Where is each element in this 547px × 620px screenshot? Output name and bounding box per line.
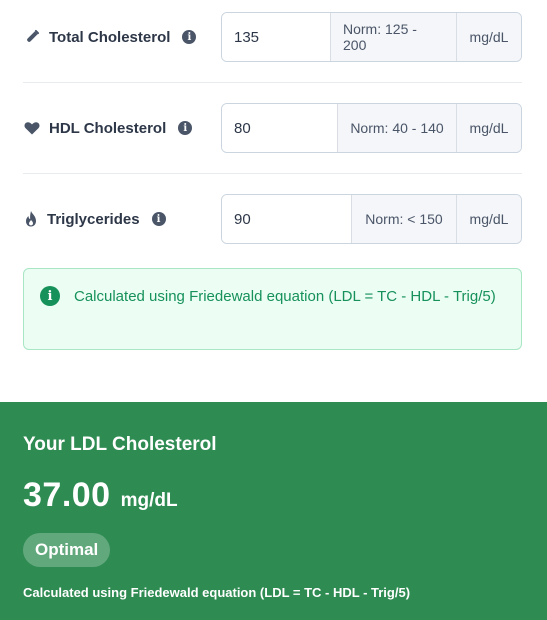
formula-info-alert: i Calculated using Friedewald equation (… bbox=[23, 268, 522, 350]
total-cholesterol-input-group: Norm: 125 - 200 mg/dL bbox=[221, 12, 522, 62]
formula-info-text: Calculated using Friedewald equation (LD… bbox=[74, 288, 496, 305]
triglycerides-input-group: Norm: < 150 mg/dL bbox=[221, 194, 522, 244]
hdl-cholesterol-label: HDL Cholesterol i bbox=[23, 103, 193, 153]
info-icon[interactable]: i bbox=[178, 121, 193, 135]
result-formula-note: Calculated using Friedewald equation (LD… bbox=[23, 585, 411, 600]
hdl-cholesterol-unit: mg/dL bbox=[456, 104, 521, 152]
triglycerides-norm: Norm: < 150 bbox=[351, 195, 456, 243]
total-cholesterol-input[interactable] bbox=[222, 13, 330, 61]
info-circle-icon: i bbox=[40, 286, 60, 306]
result-value-group: 37.00 mg/dL bbox=[23, 476, 178, 515]
result-title: Your LDL Cholesterol bbox=[23, 434, 217, 455]
total-cholesterol-row: Total Cholesterol i Norm: 125 - 200 mg/d… bbox=[23, 12, 522, 62]
result-unit: mg/dL bbox=[120, 490, 178, 511]
ldl-result-panel: Your LDL Cholesterol 37.00 mg/dL Optimal… bbox=[0, 402, 547, 620]
test-tube-icon bbox=[23, 28, 41, 46]
total-cholesterol-label-text: Total Cholesterol bbox=[49, 28, 171, 46]
total-cholesterol-unit: mg/dL bbox=[456, 13, 521, 61]
triglycerides-input[interactable] bbox=[222, 195, 351, 243]
triglycerides-label: Triglycerides i bbox=[23, 194, 166, 244]
lipid-input-form: Total Cholesterol i Norm: 125 - 200 mg/d… bbox=[0, 0, 547, 402]
hdl-cholesterol-row: HDL Cholesterol i Norm: 40 - 140 mg/dL bbox=[23, 103, 522, 153]
hdl-cholesterol-input-group: Norm: 40 - 140 mg/dL bbox=[221, 103, 522, 153]
result-value: 37.00 bbox=[23, 476, 111, 514]
status-badge: Optimal bbox=[23, 533, 111, 567]
total-cholesterol-label: Total Cholesterol i bbox=[23, 12, 197, 62]
divider bbox=[23, 82, 522, 83]
hdl-cholesterol-norm: Norm: 40 - 140 bbox=[337, 104, 456, 152]
hdl-cholesterol-input[interactable] bbox=[222, 104, 337, 152]
info-icon[interactable]: i bbox=[151, 212, 166, 226]
triglycerides-row: Triglycerides i Norm: < 150 mg/dL bbox=[23, 194, 522, 244]
info-icon[interactable]: i bbox=[182, 30, 197, 44]
hdl-cholesterol-label-text: HDL Cholesterol bbox=[49, 119, 167, 137]
heart-icon bbox=[23, 119, 41, 137]
total-cholesterol-norm: Norm: 125 - 200 bbox=[330, 13, 456, 61]
divider bbox=[23, 173, 522, 174]
triglycerides-unit: mg/dL bbox=[456, 195, 521, 243]
flame-icon bbox=[23, 210, 39, 228]
triglycerides-label-text: Triglycerides bbox=[47, 210, 140, 228]
